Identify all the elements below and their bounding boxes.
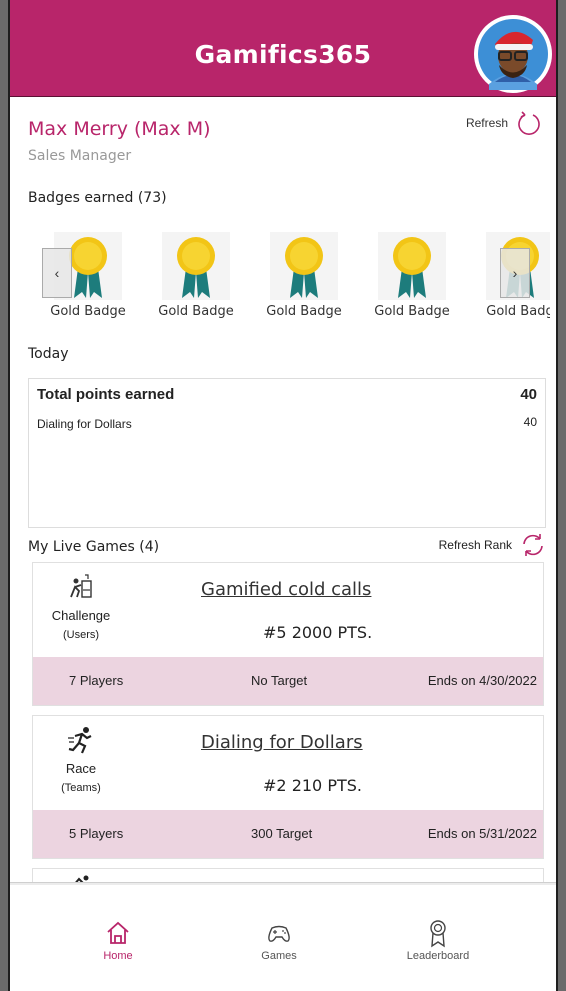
game-players: 7 Players — [69, 673, 124, 688]
game-type: Race (Teams) — [33, 716, 129, 794]
chevron-left-icon: ‹ — [54, 265, 60, 281]
badge-label: Gold Badg — [486, 304, 550, 319]
carousel-next-button[interactable]: › — [500, 248, 530, 298]
home-icon — [107, 921, 129, 944]
game-type-name: Challenge — [51, 608, 111, 623]
badge-item[interactable]: Gold Badge — [254, 232, 354, 319]
badge-label: Gold Badge — [158, 304, 234, 319]
refresh-button[interactable]: Refresh — [466, 110, 542, 136]
race-icon — [68, 727, 92, 754]
game-rank: #5 — [263, 623, 287, 642]
game-type-scope: (Teams) — [61, 782, 101, 794]
game-footer: 5 Players 300 Target Ends on 5/31/2022 — [33, 810, 543, 858]
refresh-icon — [518, 111, 540, 135]
game-title-link[interactable]: Dialing for Dollars — [201, 732, 363, 753]
award-icon — [430, 920, 446, 948]
live-games-heading: My Live Games (4) — [28, 539, 160, 555]
game-type-name: Race — [65, 761, 97, 776]
game-rank-points: #2 210 PTS. — [263, 776, 362, 795]
badge-item[interactable]: Gold Badge — [362, 232, 462, 319]
app-frame: Gamifics365 Max Merry (Max M) Sales Mana… — [8, 0, 558, 991]
refresh-rank-button[interactable]: Refresh Rank — [439, 532, 546, 558]
tab-label: Home — [103, 950, 133, 962]
bottom-tab-bar: Home Games Leaderboard — [10, 882, 556, 991]
refresh-rank-label: Refresh Rank — [438, 538, 512, 552]
game-end-date: Ends on 4/30/2022 — [427, 673, 537, 688]
game-footer: 7 Players No Target Ends on 4/30/2022 — [33, 657, 543, 705]
badge-item[interactable]: Gold Badge — [146, 232, 246, 319]
badge-label: Gold Badge — [266, 304, 342, 319]
carousel-prev-button[interactable]: ‹ — [42, 248, 72, 298]
badge-label: Gold Badge — [50, 304, 126, 319]
game-end-date: Ends on 5/31/2022 — [427, 826, 537, 841]
refresh-label: Refresh — [465, 116, 508, 130]
chevron-right-icon: › — [512, 265, 518, 281]
today-heading: Today — [28, 346, 69, 362]
game-card[interactable]: Race (Teams) Dialing for Dollars #2 210 … — [32, 715, 544, 859]
game-title-link[interactable]: Gamified cold calls — [201, 579, 371, 600]
refresh-rank-icon — [523, 534, 543, 556]
game-points: 210 PTS. — [291, 776, 362, 795]
game-target: No Target — [251, 673, 308, 688]
live-games-header: My Live Games (4) Refresh Rank — [28, 530, 546, 560]
avatar-icon — [478, 19, 548, 90]
total-points-value: 40 — [520, 386, 537, 403]
gold-badge-icon — [393, 237, 431, 298]
gold-badge-icon — [285, 237, 323, 298]
points-row-label: Dialing for Dollars — [37, 417, 132, 431]
game-type: Challenge (Users) — [33, 563, 129, 641]
badge-label: Gold Badge — [374, 304, 450, 319]
tab-games[interactable]: Games — [229, 918, 329, 962]
challenge-icon — [70, 574, 92, 598]
today-points-panel: Total points earned 40 Dialing for Dolla… — [28, 378, 546, 528]
game-points: 2000 PTS. — [291, 623, 373, 642]
gamepad-icon — [268, 925, 290, 942]
app-header: Gamifics365 — [10, 0, 556, 97]
total-points-label: Total points earned — [37, 386, 175, 403]
badges-heading: Badges earned (73) — [28, 190, 167, 206]
tab-leaderboard[interactable]: Leaderboard — [388, 918, 488, 962]
gold-badge-icon — [177, 237, 215, 298]
tab-label: Leaderboard — [406, 950, 470, 962]
game-rank-points: #5 2000 PTS. — [263, 623, 372, 642]
game-players: 5 Players — [69, 826, 124, 841]
game-card[interactable]: Challenge (Users) Gamified cold calls #5… — [32, 562, 544, 706]
badge-carousel: Gold Badge Gold Badge Gold Badge Gold Ba… — [38, 232, 550, 332]
profile-role: Sales Manager — [28, 148, 132, 164]
avatar[interactable] — [474, 15, 552, 93]
game-target: 300 Target — [251, 826, 313, 841]
game-rank: #2 — [263, 776, 287, 795]
profile-name: Max Merry (Max M) — [28, 118, 211, 140]
points-row-value: 40 — [523, 415, 537, 429]
tab-label: Games — [261, 950, 297, 962]
game-type-scope: (Users) — [62, 629, 100, 641]
tab-home[interactable]: Home — [68, 918, 168, 962]
